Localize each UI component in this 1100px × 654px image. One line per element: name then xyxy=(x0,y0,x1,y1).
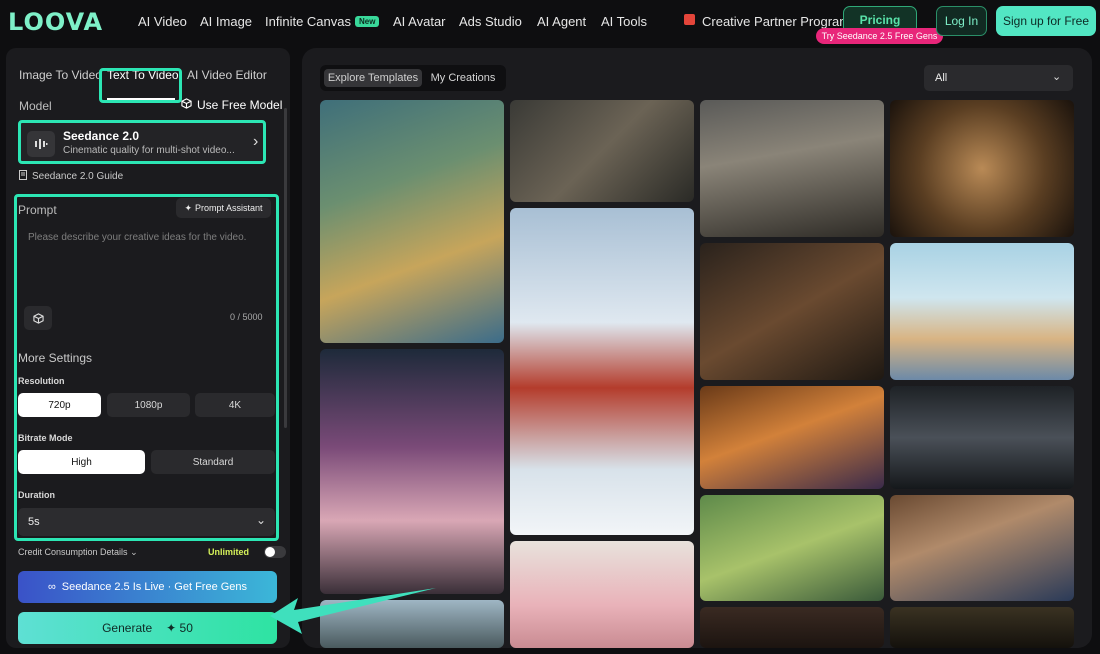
duration-label: Duration xyxy=(18,490,55,500)
tab-my-creations[interactable]: My Creations xyxy=(424,69,502,87)
gallery-segment-control: Explore Templates My Creations xyxy=(320,65,506,91)
template-thumbnail[interactable] xyxy=(510,100,694,202)
generator-panel: Image To Video Text To Video AI Video Ed… xyxy=(6,48,290,648)
template-thumbnail[interactable] xyxy=(700,607,884,648)
generate-label: Generate xyxy=(102,621,153,635)
tab-image-to-video[interactable]: Image To Video xyxy=(19,68,102,82)
seedance-live-label: Seedance 2.5 Is Live · Get Free Gens xyxy=(61,581,248,593)
nav-ai-agent[interactable]: AI Agent xyxy=(537,14,586,29)
bitrate-label: Bitrate Mode xyxy=(18,433,73,443)
new-badge: New xyxy=(355,16,380,27)
tab-explore-templates[interactable]: Explore Templates xyxy=(324,69,422,87)
model-selector[interactable]: Seedance 2.0 Cinematic quality for multi… xyxy=(18,120,266,164)
template-thumbnail[interactable] xyxy=(320,100,504,343)
use-free-model-button[interactable]: Use Free Model xyxy=(181,98,282,112)
prompt-assistant-button[interactable]: ✦ Prompt Assistant xyxy=(176,198,271,218)
signup-button[interactable]: Sign up for Free xyxy=(996,6,1096,36)
unlimited-toggle[interactable] xyxy=(264,546,286,558)
prompt-label: Prompt xyxy=(18,203,57,217)
login-button[interactable]: Log In xyxy=(936,6,987,36)
generate-button[interactable]: Generate ✦ 50 xyxy=(18,612,277,644)
template-thumbnail[interactable] xyxy=(890,607,1074,648)
nav-ai-avatar[interactable]: AI Avatar xyxy=(393,14,446,29)
chevron-down-icon: ⌄ xyxy=(130,547,138,557)
resolution-label: Resolution xyxy=(18,376,65,386)
nav-ads-studio[interactable]: Ads Studio xyxy=(459,14,522,29)
bitrate-high[interactable]: High xyxy=(18,450,145,474)
credit-details-label: Credit Consumption Details xyxy=(18,547,128,557)
infinity-icon: ∞ xyxy=(47,581,56,593)
waveform-icon xyxy=(27,131,55,157)
nav-ai-video[interactable]: AI Video xyxy=(138,14,187,29)
generate-cost: 50 xyxy=(179,621,193,635)
nav-infinite-canvas-label: Infinite Canvas xyxy=(265,14,351,29)
template-thumbnail[interactable] xyxy=(890,243,1074,380)
duration-value: 5s xyxy=(28,516,40,528)
chevron-down-icon: ⌄ xyxy=(256,513,267,527)
model-label: Model xyxy=(19,99,52,113)
mode-tabs: Image To Video Text To Video AI Video Ed… xyxy=(6,60,290,103)
resolution-720p[interactable]: 720p xyxy=(18,393,101,417)
model-guide-label: Seedance 2.0 Guide xyxy=(32,171,124,182)
credit-details-link[interactable]: Credit Consumption Details ⌄ xyxy=(18,547,138,557)
seedance-live-banner[interactable]: ∞ Seedance 2.5 Is Live · Get Free Gens xyxy=(18,571,277,603)
nav-ai-image[interactable]: AI Image xyxy=(200,14,252,29)
credit-row: Credit Consumption Details ⌄ Unlimited xyxy=(18,546,286,559)
nav-ai-tools[interactable]: AI Tools xyxy=(601,14,647,29)
nav-infinite-canvas[interactable]: Infinite Canvas New xyxy=(265,14,380,29)
chevron-down-icon: ⌄ xyxy=(1052,71,1062,83)
unlimited-label: Unlimited xyxy=(208,547,250,557)
template-gallery: Explore Templates My Creations All ⌄ xyxy=(302,48,1092,648)
template-thumbnail[interactable] xyxy=(890,100,1074,237)
prompt-assistant-label: Prompt Assistant xyxy=(195,203,263,213)
promo-badge[interactable]: Try Seedance 2.5 Free Gens xyxy=(816,28,943,44)
character-counter: 0 / 5000 xyxy=(230,312,263,322)
category-filter[interactable]: All ⌄ xyxy=(924,65,1073,91)
resolution-1080p[interactable]: 1080p xyxy=(107,393,190,417)
model-description: Cinematic quality for multi-shot video..… xyxy=(63,145,235,156)
panel-scrollbar[interactable] xyxy=(284,108,287,428)
template-thumbnail[interactable] xyxy=(890,495,1074,601)
model-guide-link[interactable]: Seedance 2.0 Guide xyxy=(19,170,123,183)
gift-icon xyxy=(684,14,695,25)
template-thumbnail[interactable] xyxy=(700,386,884,489)
top-navigation: LOOVA AI Video AI Image Infinite Canvas N… xyxy=(0,0,1100,44)
duration-select[interactable]: 5s ⌄ xyxy=(18,508,275,536)
cube-icon-button[interactable] xyxy=(24,306,52,330)
template-thumbnail[interactable] xyxy=(700,495,884,601)
active-tab-underline xyxy=(107,98,175,100)
template-thumbnail[interactable] xyxy=(700,243,884,380)
tab-ai-video-editor[interactable]: AI Video Editor xyxy=(187,68,267,82)
template-thumbnail[interactable] xyxy=(510,541,694,648)
bitrate-standard[interactable]: Standard xyxy=(151,450,275,474)
loova-logo[interactable]: LOOVA xyxy=(8,8,103,36)
category-filter-value: All xyxy=(935,72,948,84)
credits-icon: ✦ 50 xyxy=(166,621,193,635)
template-thumbnail[interactable] xyxy=(320,349,504,594)
resolution-4k[interactable]: 4K xyxy=(195,393,275,417)
use-free-model-label: Use Free Model xyxy=(197,98,283,112)
more-settings-heading: More Settings xyxy=(18,351,93,365)
document-icon xyxy=(19,170,27,183)
chevron-right-icon: › xyxy=(253,133,259,150)
cube-icon xyxy=(181,98,192,112)
template-thumbnail[interactable] xyxy=(700,100,884,237)
annotation-arrow xyxy=(270,588,436,634)
model-name: Seedance 2.0 xyxy=(63,129,140,143)
creative-partner-link[interactable]: Creative Partner Program xyxy=(702,14,850,29)
sparkle-icon: ✦ xyxy=(184,202,192,213)
template-thumbnail[interactable] xyxy=(510,208,694,535)
template-thumbnail[interactable] xyxy=(890,386,1074,489)
